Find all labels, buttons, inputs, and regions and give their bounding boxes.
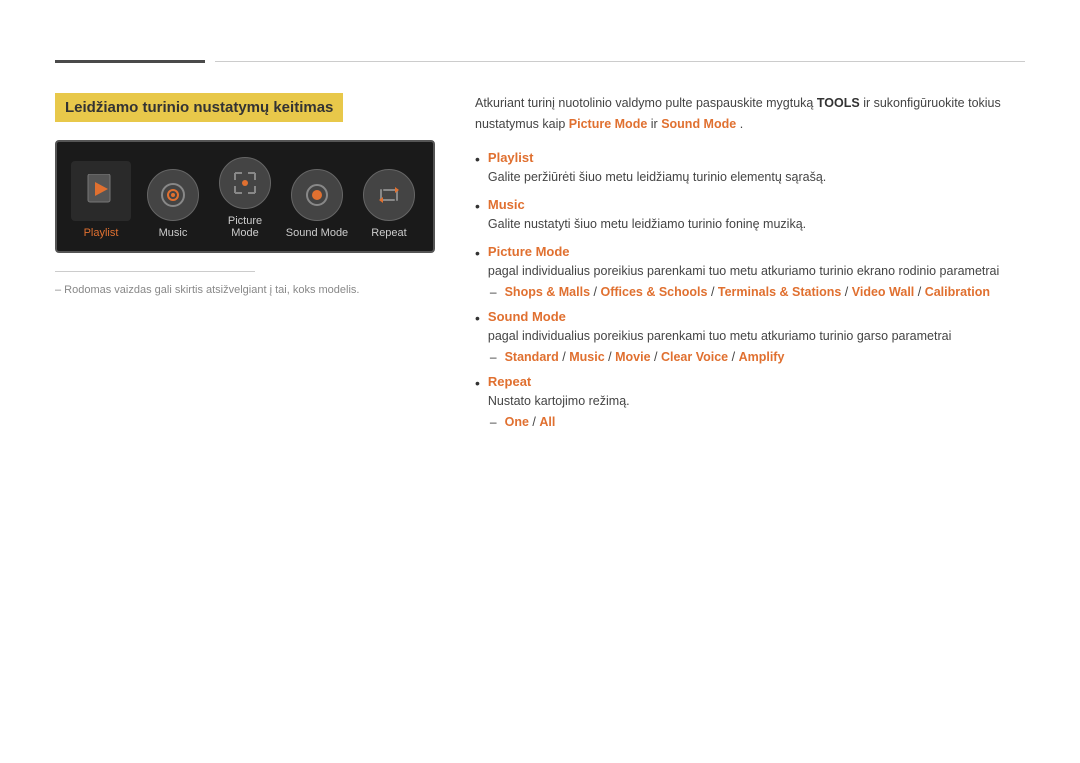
media-item-repeat: Repeat bbox=[357, 169, 421, 239]
media-player: Playlist Music bbox=[55, 140, 435, 253]
sep-2: / bbox=[711, 285, 718, 299]
repeat-icon-circle bbox=[363, 169, 415, 221]
dash-picture-modes: – bbox=[490, 285, 497, 299]
sub-text-sound-modes: Standard / Music / Movie / Clear Voice /… bbox=[505, 350, 785, 364]
bullet-desc-playlist: Galite peržiūrėti šiuo metu leidžiamų tu… bbox=[488, 170, 826, 184]
all-link: All bbox=[539, 415, 555, 429]
media-item-sound-mode: Sound Mode bbox=[285, 169, 349, 239]
intro-text: Atkuriant turinį nuotolinio valdymo pult… bbox=[475, 93, 1025, 136]
picture-mode-link: Picture Mode bbox=[569, 117, 648, 131]
sound-mode-label: Sound Mode bbox=[286, 227, 348, 239]
intro-text-1: Atkuriant turinį nuotolinio valdymo pult… bbox=[475, 96, 817, 110]
sound-mode-icon-circle bbox=[291, 169, 343, 221]
playlist-doc-icon bbox=[86, 174, 116, 208]
one-link: One bbox=[505, 415, 529, 429]
page-container: Leidžiamo turinio nustatymų keitimas Pla… bbox=[0, 0, 1080, 479]
top-line-dark bbox=[55, 60, 205, 63]
footnote: – Rodomas vaizdas gali skirtis atsižvelg… bbox=[55, 284, 435, 296]
bullet-dot-music: • bbox=[475, 198, 480, 214]
bullet-content-playlist: Playlist Galite peržiūrėti šiuo metu lei… bbox=[488, 150, 1025, 187]
music-label: Music bbox=[159, 227, 188, 239]
sep-s3: / bbox=[654, 350, 661, 364]
divider-line bbox=[55, 271, 255, 272]
music-icon bbox=[160, 182, 186, 208]
movie-link: Movie bbox=[615, 350, 650, 364]
video-wall-link: Video Wall bbox=[852, 285, 915, 299]
top-line-light bbox=[215, 61, 1025, 62]
sound-mode-icon bbox=[304, 182, 330, 208]
bullet-desc-picture-mode: pagal individualius poreikius parenkami … bbox=[488, 264, 999, 278]
repeat-label: Repeat bbox=[371, 227, 406, 239]
right-col: Atkuriant turinį nuotolinio valdymo pult… bbox=[475, 93, 1025, 439]
playlist-box bbox=[71, 161, 131, 221]
bullet-item-sound-mode: • Sound Mode pagal individualius poreiki… bbox=[475, 309, 1025, 364]
repeat-icon bbox=[376, 182, 402, 208]
dash-repeat-modes: – bbox=[490, 415, 497, 429]
content-layout: Leidžiamo turinio nustatymų keitimas Pla… bbox=[55, 93, 1025, 439]
sub-item-repeat-modes: – One / All bbox=[490, 415, 1025, 429]
amplify-link: Amplify bbox=[739, 350, 785, 364]
tools-bold: TOOLS bbox=[817, 96, 860, 110]
shops-malls-link: Shops & Malls bbox=[505, 285, 590, 299]
top-lines bbox=[55, 60, 1025, 63]
bullet-item-picture-mode: • Picture Mode pagal individualius porei… bbox=[475, 244, 1025, 299]
bullet-dot-picture-mode: • bbox=[475, 245, 480, 261]
calibration-link: Calibration bbox=[925, 285, 990, 299]
bullet-desc-sound-mode: pagal individualius poreikius parenkami … bbox=[488, 329, 951, 343]
sep-s4: / bbox=[732, 350, 739, 364]
bullet-title-repeat: Repeat bbox=[488, 374, 1025, 389]
bullet-title-music: Music bbox=[488, 197, 1025, 212]
bullet-content-sound-mode: Sound Mode pagal individualius poreikius… bbox=[488, 309, 1025, 364]
picture-mode-label: Picture Mode bbox=[213, 215, 277, 239]
sub-item-sound-modes: – Standard / Music / Movie / Clear Voice… bbox=[490, 350, 1025, 364]
bullet-item-music: • Music Galite nustatyti šiuo metu leidž… bbox=[475, 197, 1025, 234]
bullet-dot-repeat: • bbox=[475, 375, 480, 391]
picture-mode-icon-circle bbox=[219, 157, 271, 209]
standard-link: Standard bbox=[505, 350, 559, 364]
playlist-label: Playlist bbox=[84, 227, 119, 239]
left-col: Leidžiamo turinio nustatymų keitimas Pla… bbox=[55, 93, 435, 296]
bullet-content-music: Music Galite nustatyti šiuo metu leidžia… bbox=[488, 197, 1025, 234]
music-icon-circle bbox=[147, 169, 199, 221]
clear-voice-link: Clear Voice bbox=[661, 350, 728, 364]
sub-item-picture-modes: – Shops & Malls / Offices & Schools / Te… bbox=[490, 285, 1025, 299]
bullet-content-repeat: Repeat Nustato kartojimo režimą. – One /… bbox=[488, 374, 1025, 429]
bullet-desc-music: Galite nustatyti šiuo metu leidžiamo tur… bbox=[488, 217, 806, 231]
media-item-picture-mode: Picture Mode bbox=[213, 157, 277, 239]
bullet-content-picture-mode: Picture Mode pagal individualius poreiki… bbox=[488, 244, 1025, 299]
picture-mode-icon bbox=[232, 170, 258, 196]
terminals-stations-link: Terminals & Stations bbox=[718, 285, 841, 299]
sub-text-repeat-modes: One / All bbox=[505, 415, 556, 429]
bullet-dot-sound-mode: • bbox=[475, 310, 480, 326]
sub-text-picture-modes: Shops & Malls / Offices & Schools / Term… bbox=[505, 285, 990, 299]
bullet-item-playlist: • Playlist Galite peržiūrėti šiuo metu l… bbox=[475, 150, 1025, 187]
bullet-title-playlist: Playlist bbox=[488, 150, 1025, 165]
media-item-playlist: Playlist bbox=[69, 161, 133, 239]
bullet-desc-repeat: Nustato kartojimo režimą. bbox=[488, 394, 630, 408]
sep-4: / bbox=[918, 285, 925, 299]
dash-sound-modes: – bbox=[490, 350, 497, 364]
bullet-title-sound-mode: Sound Mode bbox=[488, 309, 1025, 324]
intro-text-3: ir bbox=[651, 117, 661, 131]
bullet-title-picture-mode: Picture Mode bbox=[488, 244, 1025, 259]
section-title: Leidžiamo turinio nustatymų keitimas bbox=[55, 93, 343, 122]
bullet-item-repeat: • Repeat Nustato kartojimo režimą. – One… bbox=[475, 374, 1025, 429]
intro-text-4: . bbox=[740, 117, 743, 131]
offices-schools-link: Offices & Schools bbox=[600, 285, 707, 299]
music-sound-link: Music bbox=[569, 350, 604, 364]
sep-3: / bbox=[845, 285, 852, 299]
media-item-music: Music bbox=[141, 169, 205, 239]
bullet-dot-playlist: • bbox=[475, 151, 480, 167]
sound-mode-link: Sound Mode bbox=[661, 117, 736, 131]
bullet-list: • Playlist Galite peržiūrėti šiuo metu l… bbox=[475, 150, 1025, 429]
